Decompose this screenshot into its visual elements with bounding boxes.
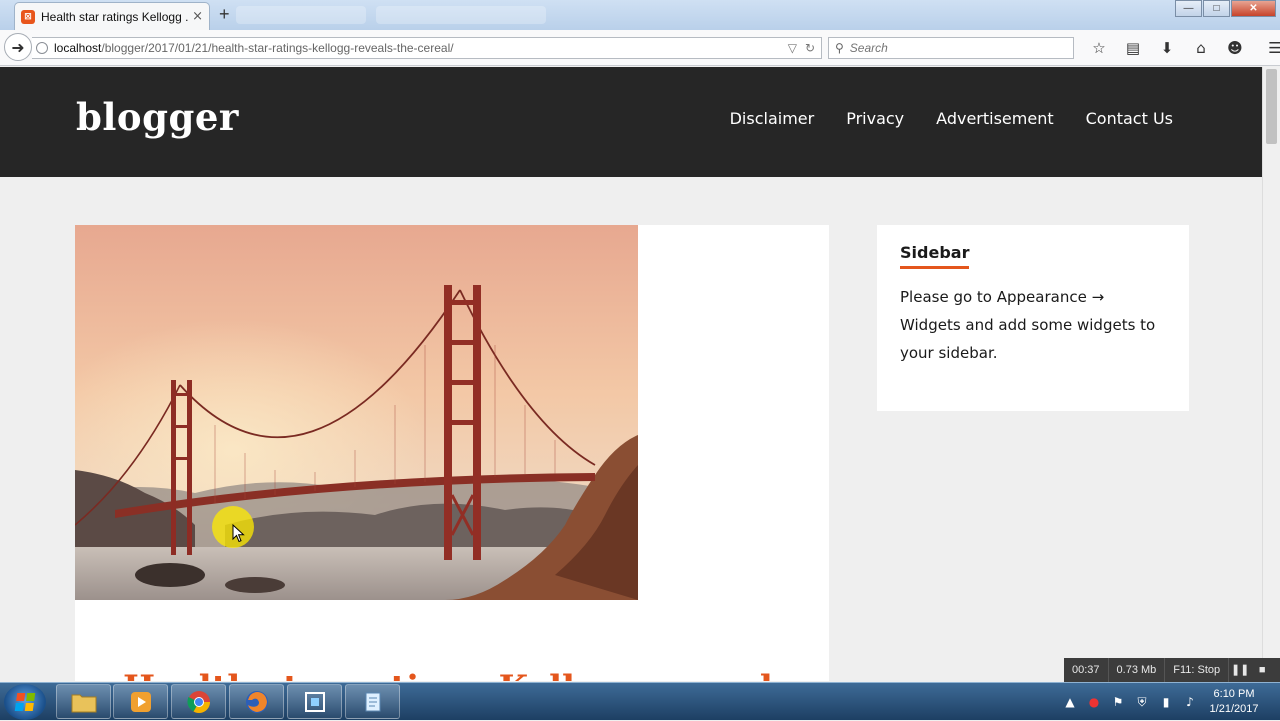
home-icon[interactable]: ⌂ bbox=[1184, 37, 1218, 59]
action-center-icon[interactable]: ⚑ bbox=[1106, 695, 1130, 709]
taskbar-firefox[interactable] bbox=[229, 684, 284, 719]
start-button[interactable] bbox=[4, 684, 46, 720]
recorder-size: 0.73 Mb bbox=[1109, 658, 1166, 682]
network-icon[interactable]: ▮ bbox=[1154, 695, 1178, 709]
search-bar[interactable]: ⚲ bbox=[828, 37, 1074, 59]
tray-expand-icon[interactable]: ▲ bbox=[1058, 695, 1082, 709]
nav-link-contact-us[interactable]: Contact Us bbox=[1086, 109, 1173, 128]
taskbar-recorder[interactable] bbox=[287, 684, 342, 719]
taskbar-clock[interactable]: 6:10 PM 1/21/2017 bbox=[1198, 687, 1270, 717]
site-identity-icon[interactable] bbox=[36, 42, 48, 54]
recorder-hotkey: F11: Stop bbox=[1165, 658, 1230, 682]
active-browser-tab[interactable]: ⊠ Health star ratings Kellogg ... × bbox=[14, 2, 210, 30]
taskbar-chrome[interactable] bbox=[171, 684, 226, 719]
url-text: localhost/blogger/2017/01/21/health-star… bbox=[54, 41, 780, 55]
taskbar-explorer[interactable] bbox=[56, 684, 111, 719]
tab-close-icon[interactable]: × bbox=[192, 9, 203, 24]
nav-link-advertisement[interactable]: Advertisement bbox=[936, 109, 1053, 128]
background-tab-ghost bbox=[376, 6, 546, 24]
chrome-icon bbox=[186, 690, 210, 713]
new-tab-button[interactable]: + bbox=[219, 4, 230, 25]
nav-link-disclaimer[interactable]: Disclaimer bbox=[730, 109, 815, 128]
browser-navigation-bar: ➜ localhost/blogger/2017/01/21/health-st… bbox=[0, 30, 1280, 66]
maximize-button[interactable]: □ bbox=[1203, 0, 1230, 17]
reading-list-icon[interactable]: ▤ bbox=[1116, 37, 1150, 59]
url-dropdown-icon[interactable]: ▽ bbox=[788, 41, 797, 55]
sidebar-text: Please go to Appearance → Widgets and ad… bbox=[900, 288, 1156, 362]
clock-date: 1/21/2017 bbox=[1209, 703, 1259, 715]
xampp-favicon-icon: ⊠ bbox=[21, 9, 35, 24]
bookmark-star-icon[interactable]: ☆ bbox=[1082, 37, 1116, 59]
media-player-icon bbox=[130, 691, 151, 712]
screen-recorder-panel: 00:37 0.73 Mb F11: Stop ❚❚ ■ bbox=[1064, 658, 1280, 682]
toolbar-icons: ☆ ▤ ⬇ ⌂ ☻ ☰ bbox=[1082, 37, 1280, 59]
clock-time: 6:10 PM bbox=[1213, 688, 1255, 700]
taskbar-notepad[interactable] bbox=[345, 684, 400, 719]
taskbar-media-player[interactable] bbox=[113, 684, 168, 719]
sidebar-widget: Sidebar Please go to Appearance → Widget… bbox=[877, 225, 1189, 411]
recorder-elapsed: 00:37 bbox=[1064, 658, 1109, 682]
security-icon[interactable]: ⛨ bbox=[1130, 695, 1154, 710]
browser-tab-strip: ⊠ Health star ratings Kellogg ... × + — … bbox=[0, 0, 1280, 30]
article-card: Health star ratings Kellogg reveals bbox=[75, 225, 829, 681]
system-tray: ▲ ● ⚑ ⛨ ▮ ♪ bbox=[1058, 683, 1202, 721]
minimize-button[interactable]: — bbox=[1175, 0, 1202, 17]
site-navigation: Disclaimer Privacy Advertisement Contact… bbox=[698, 109, 1173, 128]
windows-taskbar: ▲ ● ⚑ ⛨ ▮ ♪ 6:10 PM 1/21/2017 bbox=[0, 682, 1280, 720]
search-icon: ⚲ bbox=[835, 41, 844, 55]
screen-capture-icon bbox=[304, 691, 325, 712]
chat-icon[interactable]: ☻ bbox=[1218, 37, 1252, 59]
page-viewport: blogger Disclaimer Privacy Advertisement… bbox=[0, 67, 1262, 681]
folder-icon bbox=[71, 694, 96, 712]
url-path: /blogger/2017/01/21/health-star-ratings-… bbox=[101, 41, 454, 55]
back-arrow-icon: ➜ bbox=[11, 37, 25, 57]
stop-icon[interactable]: ■ bbox=[1251, 658, 1273, 682]
reload-icon[interactable]: ↻ bbox=[805, 41, 815, 55]
site-header: blogger Disclaimer Privacy Advertisement… bbox=[0, 67, 1262, 177]
nav-link-privacy[interactable]: Privacy bbox=[846, 109, 904, 128]
close-window-button[interactable]: ✕ bbox=[1231, 0, 1276, 17]
site-logo[interactable]: blogger bbox=[76, 95, 239, 139]
downloads-icon[interactable]: ⬇ bbox=[1150, 37, 1184, 59]
menu-icon[interactable]: ☰ bbox=[1258, 37, 1280, 59]
record-indicator-icon[interactable]: ● bbox=[1082, 695, 1106, 709]
search-input[interactable] bbox=[847, 40, 1058, 56]
vertical-scrollbar[interactable] bbox=[1262, 67, 1280, 681]
firefox-icon bbox=[245, 690, 268, 713]
scrollbar-thumb[interactable] bbox=[1266, 69, 1277, 144]
article-title[interactable]: Health star ratings Kellogg reveals bbox=[123, 668, 792, 681]
back-button[interactable]: ➜ bbox=[4, 33, 32, 61]
mouse-cursor-icon bbox=[232, 524, 245, 543]
address-bar[interactable]: localhost/blogger/2017/01/21/health-star… bbox=[32, 37, 822, 59]
tab-title: Health star ratings Kellogg ... bbox=[41, 9, 189, 24]
sidebar-title: Sidebar bbox=[900, 243, 970, 269]
pause-icon[interactable]: ❚❚ bbox=[1229, 658, 1251, 682]
url-host: localhost bbox=[54, 41, 102, 55]
featured-image-golden-gate-bridge[interactable] bbox=[75, 225, 638, 600]
notepad-icon bbox=[365, 692, 380, 711]
windows-logo-icon bbox=[14, 693, 36, 711]
window-controls: — □ ✕ bbox=[1174, 0, 1276, 17]
background-tab-ghost bbox=[236, 6, 366, 24]
